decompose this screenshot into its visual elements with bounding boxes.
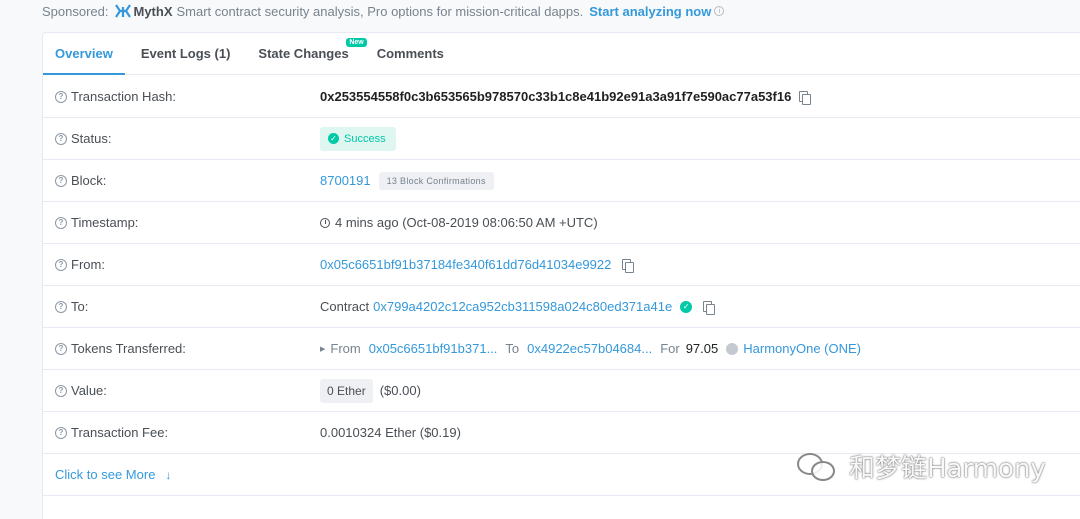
- row-value: 4 mins ago (Oct-08-2019 08:06:50 AM +UTC…: [320, 215, 598, 230]
- tab-label: Event Logs (1): [140, 45, 231, 61]
- token-name-link[interactable]: HarmonyOne (ONE): [743, 341, 861, 356]
- sponsor-brand[interactable]: MythX: [134, 4, 173, 19]
- row-value: Contract 0x799a4202c12ca952cb311598a024c…: [320, 299, 716, 315]
- tab-comments[interactable]: Comments: [365, 32, 456, 74]
- fee-value: 0.0010324 Ether ($0.19): [320, 425, 461, 440]
- copy-icon[interactable]: [703, 300, 716, 315]
- new-badge: New: [346, 38, 367, 47]
- question-icon[interactable]: ?: [55, 342, 67, 355]
- row-label: ? Timestamp:: [55, 215, 138, 230]
- label-text: Timestamp:: [71, 215, 139, 230]
- row-label: ? To:: [55, 299, 88, 314]
- row-value: 0x253554558f0c3b653565b978570c33b1c8e41b…: [320, 89, 812, 105]
- usd-value: ($0.00): [379, 383, 421, 398]
- see-more-link[interactable]: Click to see More ↓: [55, 467, 171, 482]
- row-label: ? Tokens Transferred:: [55, 341, 186, 356]
- copy-icon[interactable]: [799, 90, 812, 105]
- caret-right-icon: ▶: [320, 345, 326, 353]
- label-text: Tokens Transferred:: [71, 341, 186, 356]
- wechat-watermark: 和梦链Harmony: [797, 448, 1046, 485]
- tab-event-logs[interactable]: Event Logs (1): [129, 32, 243, 74]
- block-number-link[interactable]: 8700191: [320, 173, 371, 188]
- ether-value-badge: 0 Ether: [320, 378, 373, 403]
- row-label: ? Value:: [55, 383, 107, 398]
- tab-bar: Overview Event Logs (1) State Changes New…: [43, 33, 1080, 75]
- clock-icon: [320, 217, 330, 228]
- label-text: Block:: [71, 173, 107, 188]
- token-for-label: For: [660, 341, 680, 356]
- token-to-label: To: [505, 341, 520, 356]
- row-label: ? Transaction Hash:: [55, 89, 176, 104]
- harmony-token-icon: [726, 342, 739, 355]
- timestamp-value: 4 mins ago (Oct-08-2019 08:06:50 AM +UTC…: [335, 215, 598, 230]
- from-address-link[interactable]: 0x05c6651bf91b37184fe340f61dd76d41034e99…: [320, 257, 611, 272]
- row-value: 0.0010324 Ether ($0.19): [320, 425, 461, 440]
- question-icon[interactable]: ?: [55, 426, 67, 439]
- question-icon[interactable]: ?: [55, 300, 67, 313]
- tab-label: Overview: [55, 45, 113, 61]
- row-timestamp: ? Timestamp: 4 mins ago (Oct-08-2019 08:0…: [43, 202, 1080, 244]
- transaction-card: Overview Event Logs (1) State Changes New…: [42, 32, 1080, 519]
- row-value: ✓ Success: [320, 126, 396, 151]
- watermark-text: 和梦链Harmony: [849, 454, 1046, 484]
- status-text: Success: [344, 132, 386, 145]
- label-text: From:: [71, 257, 105, 272]
- sponsor-text: Smart contract security analysis, Pro op…: [176, 3, 584, 19]
- row-value: ▶ From 0x05c6651bf91b371... To 0x4922ec5…: [320, 341, 861, 356]
- row-from: ? From: 0x05c6651bf91b37184fe340f61dd76d4…: [43, 244, 1080, 286]
- label-text: Transaction Hash:: [71, 89, 177, 104]
- sponsor-bar: Sponsored: MythX Smart contract security…: [42, 0, 725, 22]
- label-text: Transaction Fee:: [71, 425, 169, 440]
- row-block: ? Block: 8700191 13 Block Confirmations: [43, 160, 1080, 202]
- row-value: 0x05c6651bf91b37184fe340f61dd76d41034e99…: [320, 257, 635, 273]
- tab-label: Comments: [376, 45, 444, 61]
- sponsor-cta-link[interactable]: Start analyzing now: [589, 4, 711, 19]
- row-label: ? From:: [55, 257, 105, 272]
- status-badge: ✓ Success: [320, 126, 396, 151]
- row-tokens-transferred: ? Tokens Transferred: ▶ From 0x05c6651bf9…: [43, 328, 1080, 370]
- row-label: ? Transaction Fee:: [55, 425, 168, 440]
- question-icon[interactable]: ?: [55, 90, 67, 103]
- mythx-logo-icon: [114, 4, 131, 18]
- label-text: Status:: [71, 131, 112, 146]
- tab-state-changes[interactable]: State Changes New: [246, 32, 367, 74]
- row-value: ? Value: 0 Ether ($0.00): [43, 370, 1080, 412]
- to-address-link[interactable]: 0x799a4202c12ca952cb311598a024c80ed371a4…: [373, 299, 672, 314]
- question-icon[interactable]: ?: [55, 216, 67, 229]
- question-icon[interactable]: ?: [55, 174, 67, 187]
- sponsor-prefix: Sponsored:: [42, 3, 109, 19]
- tab-label: State Changes: [258, 45, 349, 61]
- tx-hash-value: 0x253554558f0c3b653565b978570c33b1c8e41b…: [320, 89, 792, 104]
- token-from-label: From: [330, 341, 361, 356]
- question-icon[interactable]: ?: [55, 384, 67, 397]
- copy-icon[interactable]: [622, 258, 635, 273]
- row-transaction-hash: ? Transaction Hash: 0x253554558f0c3b65356…: [43, 76, 1080, 118]
- question-icon[interactable]: ?: [55, 258, 67, 271]
- row-label: ? Block:: [55, 173, 106, 188]
- question-icon[interactable]: ?: [55, 132, 67, 145]
- row-status: ? Status: ✓ Success: [43, 118, 1080, 160]
- arrow-down-icon: ↓: [165, 467, 172, 482]
- info-icon[interactable]: i: [714, 6, 725, 16]
- token-from-link[interactable]: 0x05c6651bf91b371...: [369, 341, 498, 356]
- contract-prefix: Contract: [320, 299, 370, 314]
- wechat-logo-icon: [797, 451, 837, 483]
- token-amount: 97.05: [685, 341, 719, 356]
- label-text: Value:: [71, 383, 107, 398]
- token-to-link[interactable]: 0x4922ec57b04684...: [527, 341, 652, 356]
- check-circle-icon: ✓: [328, 133, 339, 144]
- confirmations-badge: 13 Block Confirmations: [378, 171, 494, 190]
- see-more-text: Click to see More: [55, 467, 156, 482]
- verified-check-icon: ✓: [680, 300, 693, 313]
- row-label: ? Status:: [55, 131, 111, 146]
- row-to: ? To: Contract 0x799a4202c12ca952cb311598…: [43, 286, 1080, 328]
- tab-overview[interactable]: Overview: [43, 32, 125, 75]
- label-text: To:: [71, 299, 89, 314]
- row-value: 0 Ether ($0.00): [320, 378, 421, 403]
- row-value: 8700191 13 Block Confirmations: [320, 171, 494, 190]
